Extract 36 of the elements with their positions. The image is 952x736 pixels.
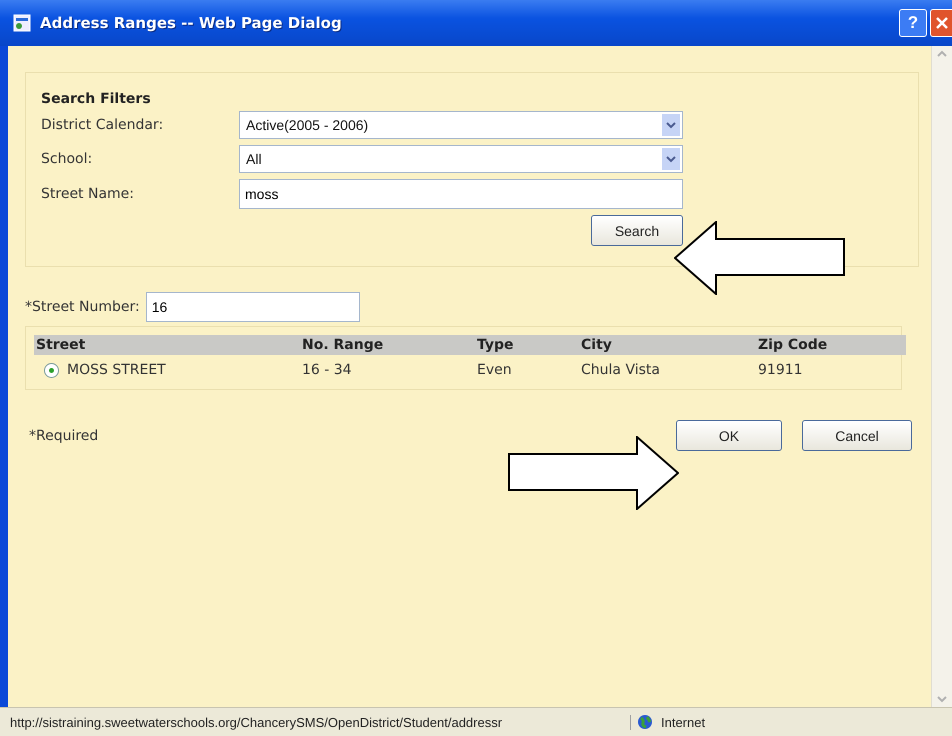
table-cell: 16 - 34 (302, 362, 352, 378)
table-cell: MOSS STREET (67, 362, 166, 378)
field-label: Street Name: (41, 186, 136, 202)
page-icon (12, 13, 32, 33)
scroll-up-icon[interactable] (937, 50, 947, 58)
ok-button[interactable]: OK (676, 420, 782, 451)
scroll-down-icon[interactable] (937, 695, 947, 703)
required-note: *Required (29, 428, 100, 444)
field-label: School: (41, 151, 94, 167)
cancel-button[interactable]: Cancel (802, 420, 912, 451)
window-title: Address Ranges -- Web Page Dialog (40, 14, 343, 32)
table-cell: 91911 (758, 362, 803, 378)
status-url: http://sistraining.sweetwaterschools.org/ChancerySMS/OpenDistrict/Student/addressr (0, 714, 631, 730)
close-icon (934, 16, 948, 30)
column-header: Street (34, 335, 300, 355)
search-button[interactable]: Search (591, 215, 683, 246)
section-heading: Search Filters (41, 91, 152, 107)
radio-button[interactable] (44, 362, 59, 378)
input-field[interactable]: 16 (146, 292, 360, 322)
input-field[interactable]: moss (239, 179, 683, 209)
table-cell: Even (477, 362, 512, 378)
caret-icon (666, 155, 676, 163)
field-label: District Calendar: (41, 117, 164, 133)
caret-icon (666, 121, 676, 129)
close-button[interactable] (930, 9, 952, 37)
column-header: Zip Code (756, 335, 906, 355)
column-header: No. Range (300, 335, 475, 355)
dropdown-field[interactable]: Active(2005 - 2006) (239, 111, 683, 139)
dropdown-field[interactable]: All (239, 145, 683, 173)
help-button[interactable]: ? (899, 9, 927, 37)
security-zone: Internet (661, 714, 706, 730)
globe-icon (637, 714, 653, 730)
table-cell: Chula Vista (581, 362, 660, 378)
column-header: City (579, 335, 756, 355)
field-label: *Street Number: (25, 299, 140, 315)
column-header: Type (475, 335, 579, 355)
